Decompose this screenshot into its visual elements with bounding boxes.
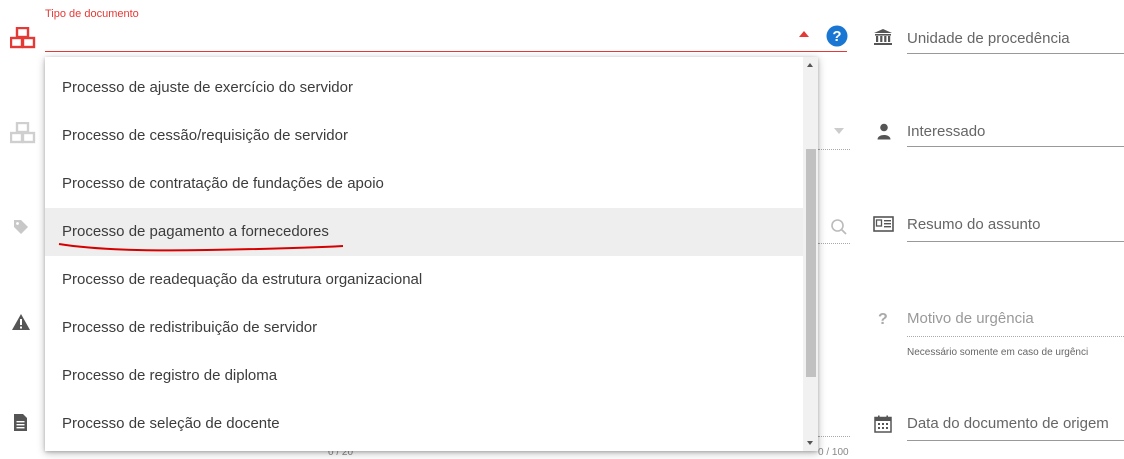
red-underline-annotation (58, 243, 344, 252)
dropdown-option[interactable]: Processo de cessão/requisição de servido… (45, 112, 803, 160)
bank-icon (873, 28, 893, 46)
dropdown-option[interactable]: Processo de ajuste de exercício do servi… (45, 64, 803, 112)
scroll-down-arrow-icon[interactable] (807, 441, 813, 445)
char-counter-right: 0 / 100 (818, 447, 849, 458)
interessado-underline (907, 146, 1124, 147)
data-documento-origem-underline (907, 440, 1124, 441)
unidade-procedencia-underline (907, 53, 1124, 54)
dropdown-option[interactable]: Processo de registro de diploma (45, 352, 803, 400)
question-icon: ? (878, 311, 888, 328)
person-icon (877, 123, 891, 140)
secondary-select-underline (818, 149, 850, 150)
motivo-urgencia-hint: Necessário somente em caso de urgênci (907, 347, 1089, 358)
boxes-icon (10, 27, 36, 49)
text-field-underline (818, 436, 850, 437)
calendar-icon[interactable] (874, 415, 892, 433)
tipo-documento-dropdown[interactable]: Processo de ajuste de exercício do servi… (45, 57, 818, 451)
dropdown-option[interactable]: Processo de contratação de fundações de … (45, 160, 803, 208)
tipo-documento-label: Tipo de documento (45, 8, 139, 20)
dropdown-option[interactable]: Processo de seleção de docente (45, 400, 803, 448)
chevron-up-icon[interactable] (799, 31, 809, 37)
data-documento-origem-field[interactable]: Data do documento de origem (907, 415, 1109, 432)
boxes-icon-muted (10, 122, 36, 144)
dropdown-option[interactable]: Processo de readequação da estrutura org… (45, 256, 803, 304)
document-icon (13, 413, 28, 432)
resumo-assunto-field[interactable]: Resumo do assunto (907, 216, 1040, 233)
search-icon[interactable] (830, 218, 848, 236)
search-field-underline (818, 243, 850, 244)
unidade-procedencia-field[interactable]: Unidade de procedência (907, 30, 1070, 47)
help-icon[interactable]: ? (826, 25, 848, 47)
tag-icon (13, 219, 29, 235)
interessado-field[interactable]: Interessado (907, 123, 985, 140)
dropdown-scrollbar[interactable] (803, 57, 818, 451)
motivo-urgencia-underline (907, 336, 1124, 337)
tipo-documento-select[interactable] (45, 20, 815, 51)
warning-icon (11, 313, 31, 331)
scroll-up-arrow-icon[interactable] (807, 63, 813, 67)
resumo-assunto-underline (907, 241, 1124, 242)
id-card-icon (873, 216, 894, 232)
dropdown-option[interactable]: Processo de redistribuição de servidor (45, 304, 803, 352)
scrollbar-thumb[interactable] (806, 149, 816, 377)
chevron-down-icon[interactable] (834, 128, 844, 134)
help-glyph: ? (832, 28, 841, 45)
tipo-documento-underline (45, 51, 847, 52)
motivo-urgencia-field[interactable]: Motivo de urgência (907, 310, 1034, 327)
